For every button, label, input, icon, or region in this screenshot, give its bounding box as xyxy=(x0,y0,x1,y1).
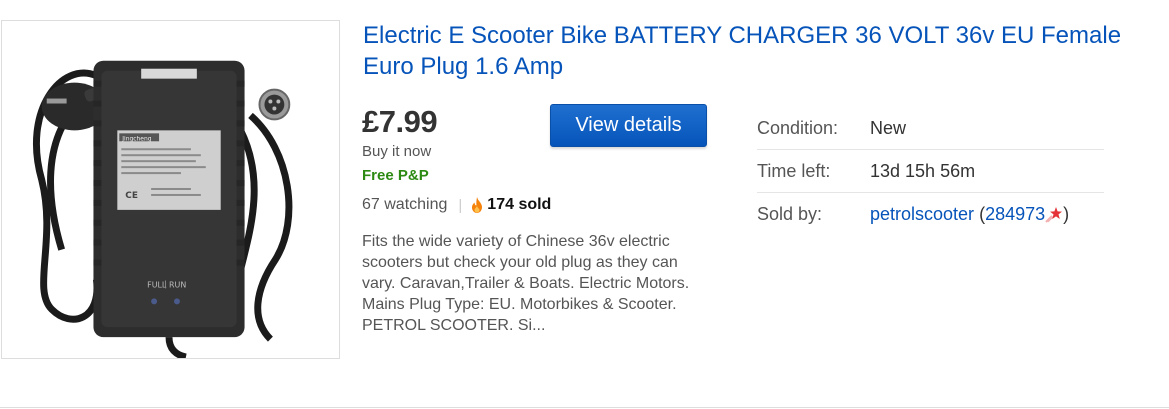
time-left-row: Time left: 13d 15h 56m xyxy=(757,150,1104,193)
flame-icon xyxy=(472,197,483,213)
search-result-item: Jingcheng CE FULL RUN Electric E Scooter… xyxy=(0,0,1169,409)
feedback-open-paren: ( xyxy=(974,204,986,224)
result-divider xyxy=(0,407,1169,408)
hotness-separator: | xyxy=(458,196,463,214)
item-title-link[interactable]: Electric E Scooter Bike BATTERY CHARGER … xyxy=(363,20,1163,82)
svg-text:CE: CE xyxy=(125,191,138,201)
item-price: £7.99 xyxy=(362,104,438,139)
svg-text:FULL: FULL xyxy=(147,280,167,289)
charger-body: Jingcheng CE FULL RUN xyxy=(93,60,245,338)
seller-label: Sold by: xyxy=(757,204,823,224)
item-description-snippet: Fits the wide variety of Chinese 36v ele… xyxy=(362,233,690,334)
svg-text:Jingcheng: Jingcheng xyxy=(121,135,151,142)
hotness-row: 67 watching | 174 sold xyxy=(362,196,551,214)
condition-row: Condition: New xyxy=(757,107,1104,150)
time-left-value: 13d 15h 56m xyxy=(870,160,976,181)
seller-name-link[interactable]: petrolscooter xyxy=(870,204,974,224)
shooting-star-icon xyxy=(1045,207,1063,223)
time-left-label: Time left: xyxy=(757,160,831,181)
product-image[interactable]: Jingcheng CE FULL RUN xyxy=(1,20,340,359)
svg-text:RUN: RUN xyxy=(169,280,186,289)
view-details-button[interactable]: View details xyxy=(550,104,707,147)
sold-count: 174 sold xyxy=(487,196,552,213)
condition-value: New xyxy=(870,117,907,138)
round-connector xyxy=(258,88,291,121)
item-details-table: Condition: New Time left: 13d 15h 56m So… xyxy=(757,107,1104,236)
seller-info: petrolscooter (284973 ) xyxy=(870,204,1069,225)
feedback-close-paren: ) xyxy=(1063,204,1070,224)
buy-format-label: Buy it now xyxy=(362,143,432,160)
watching-count: 67 watching xyxy=(362,196,448,213)
condition-label: Condition: xyxy=(757,117,839,138)
seller-row: Sold by: petrolscooter (284973 ) xyxy=(757,193,1104,236)
feedback-score-link[interactable]: 284973 xyxy=(985,204,1045,224)
free-shipping-label: Free P&P xyxy=(362,167,429,184)
